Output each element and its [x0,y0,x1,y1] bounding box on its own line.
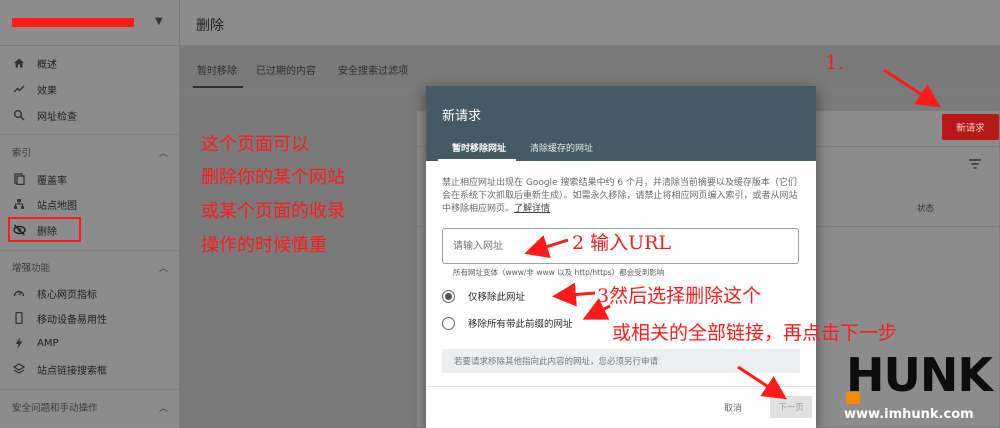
sidebar-item-label: 站点地图 [37,200,77,212]
cancel-button[interactable]: 取消 [724,396,742,418]
description-text: 禁止相应网址出现在 Google 搜索结果中约 6 个月，并清除当前摘要以及缓存… [442,178,798,214]
annotation-note-line: 操作的时候慎重 [201,235,327,256]
property-selector[interactable]: ▼ [0,0,180,46]
sidebar-item-label: 覆盖率 [37,175,67,187]
sidebar-item-sitemaps[interactable]: 站点地图 [0,191,180,217]
radio-remove-this-url[interactable]: 仅移除此网址 [442,288,525,304]
divider [0,134,180,135]
tab-temporary-removals[interactable]: 暂时移除 [197,62,237,77]
search-icon [12,108,26,122]
sidebar-item-label: 核心网页指标 [37,289,97,301]
tab-safesearch-filtering[interactable]: 安全搜索过滤项 [338,62,408,77]
home-icon [12,56,26,70]
filter-icon[interactable] [968,156,982,170]
divider [0,250,180,251]
annotation-step1: 1. [825,50,845,74]
chevron-up-icon: ︿ [158,263,168,274]
trending-icon [12,82,26,96]
sidebar-item-label: 效果 [37,85,57,97]
phone-icon [12,311,26,325]
radio-checked-icon[interactable] [442,289,455,303]
sidebar-item-sitelinks-searchbox[interactable]: 站点链接搜索框 [0,356,180,382]
divider [426,386,816,387]
page-title: 删除 [196,18,224,34]
watermark-url: www.imhunk.com [844,407,974,422]
sidebar-item-overview[interactable]: 概述 [0,50,180,76]
learn-more-link[interactable]: 了解详情 [514,204,550,214]
document-icon [12,172,26,186]
tab-temporarily-remove-url[interactable]: 暂时移除网址 [452,141,506,154]
sidebar-item-label: 移动设备易用性 [37,314,107,326]
section-index[interactable]: 索引 ︿ [0,140,180,164]
section-enhancements[interactable]: 增强功能 ︿ [0,255,180,279]
radio-remove-prefix[interactable]: 移除所有带此前缀的网址 [442,315,573,331]
top-bar: 删除 [180,0,1000,46]
sidebar-item-label: AMP [37,337,59,349]
redacted-property-name [12,18,134,27]
watermark-logo: HUNK [846,348,993,402]
section-security[interactable]: 安全问题和手动操作 ︿ [0,395,180,419]
sidebar-item-coverage[interactable]: 覆盖率 [0,166,180,192]
main-tabs: 暂时移除 已过期的内容 安全搜索过滤项 [180,52,1000,88]
tab-outdated-content[interactable]: 已过期的内容 [256,62,316,77]
tab-clear-cached-url[interactable]: 清除缓存的网址 [530,141,593,154]
sidebar: ▼ 概述 效果 网址检查 索引 ︿ 覆盖率 站点地图 删除 增强功能 ︿ 核心网… [0,0,180,428]
annotation-note-line: 这个页面可以 [201,134,309,155]
bolt-icon [12,336,26,350]
radio-label: 移除所有带此前缀的网址 [468,319,573,330]
info-box: 若要请求移除其他指向此内容的网址，您必须另行申请 [442,349,800,373]
annotation-step2: 2 输入URL [572,232,672,254]
annotation-step3-line1: 3然后选择删除这个 [597,285,762,307]
section-label: 增强功能 [12,263,51,274]
dialog-title: 新请求 [442,109,482,124]
radio-label: 仅移除此网址 [468,292,526,303]
new-request-dialog: 新请求 暂时移除网址 清除缓存的网址 禁止相应网址出现在 Google 搜索结果… [426,86,816,428]
layers-icon [12,362,26,376]
caret-down-icon: ▼ [155,16,163,27]
sidebar-item-performance[interactable]: 效果 [0,76,180,102]
next-button[interactable]: 下一页 [770,396,812,418]
annotation-step3-line2: 或相关的全部链接，再点击下一步 [612,322,898,344]
section-label: 安全问题和手动操作 [12,403,98,414]
chevron-up-icon: ︿ [158,403,168,414]
status-column-header: 状态 [917,204,935,214]
sitemap-icon [12,197,26,211]
annotation-note-line: 或某个页面的收录 [201,201,345,222]
active-tab-indicator [438,159,516,161]
sidebar-item-label: 概述 [37,59,57,71]
divider [0,389,180,390]
sidebar-item-mobile-usability[interactable]: 移动设备易用性 [0,305,180,331]
watermark-accent [846,392,860,404]
sidebar-item-label: 站点链接搜索框 [37,365,107,377]
sidebar-item-url-inspection[interactable]: 网址检查 [0,102,180,128]
new-request-button[interactable]: 新请求 [942,114,999,140]
chevron-up-icon: ︿ [158,148,168,159]
annotation-note-line: 删除你的某个网站 [201,167,345,188]
dialog-header: 新请求 暂时移除网址 清除缓存的网址 [426,86,816,161]
sidebar-item-amp[interactable]: AMP [0,330,180,356]
sidebar-item-label: 网址检查 [37,111,77,123]
url-helper-text: 所有网址变体（www/非 www 以及 http/https）都会受到影响 [453,268,665,277]
radio-unchecked-icon[interactable] [442,316,455,330]
gauge-icon [12,286,26,300]
section-label: 索引 [12,148,32,159]
annotation-highlight-box [8,217,81,242]
sidebar-item-core-web-vitals[interactable]: 核心网页指标 [0,280,180,306]
dialog-description: 禁止相应网址出现在 Google 搜索结果中约 6 个月，并清除当前摘要以及缓存… [442,177,800,216]
